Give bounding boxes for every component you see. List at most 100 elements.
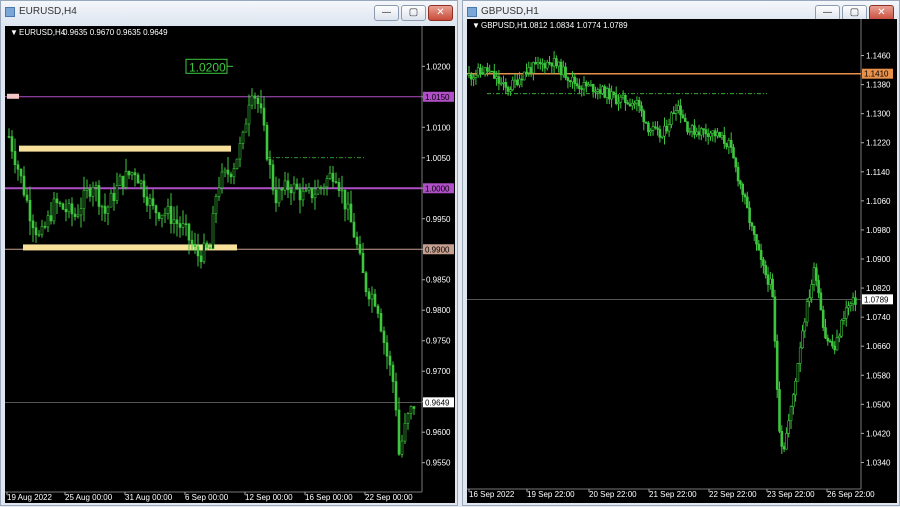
candle-body [361,252,365,274]
chart-ohlc: 1.0812 1.0834 1.0774 1.0789 [523,21,628,30]
candle-body [310,187,314,199]
y-tick-label: 1.0500 [866,400,891,409]
window-title: GBPUSD,H1 [481,6,539,17]
candle-body [741,183,745,195]
candle-body [25,194,29,201]
candle-body [564,66,567,78]
candle-body [594,91,597,93]
candle-body [679,105,682,116]
candle-body [506,87,510,92]
candle-body [187,223,191,241]
candle-body [247,104,251,125]
candle-body [400,440,404,455]
candle-body [757,243,761,251]
candle-body [88,188,92,197]
candle-body [637,100,641,107]
candle-body [22,175,26,196]
eurusd-window[interactable]: EURUSD,H4 — ▢ ✕ ▼ EURUSD,H4 0.9635 0.967… [0,0,458,506]
candle-body [759,250,763,260]
candle-body [633,102,636,105]
candle-body [298,188,302,201]
candle-body [244,123,248,133]
candle-body [492,71,496,79]
candle-body [591,84,595,93]
candle-body [121,175,125,188]
candle-body [801,330,804,349]
y-tick-label: 1.1460 [866,52,891,61]
candle-body [720,134,724,138]
candle-body [667,124,671,132]
gbpusd-chart-canvas[interactable]: ▼ GBPUSD,H1 1.0812 1.0834 1.0774 1.0789 … [467,19,897,503]
candle-body [304,189,308,192]
candle-body [817,280,820,294]
candle-body [352,221,356,238]
candle-body [403,422,407,442]
candle-body [151,198,155,206]
restore-button[interactable]: ▢ [401,5,426,21]
gbpusd-chart[interactable]: ▼ GBPUSD,H1 1.0812 1.0834 1.0774 1.0789 … [467,19,897,503]
candle-body [854,297,857,305]
candle-body [709,132,712,137]
candle-body [397,409,401,455]
candle-body [292,183,296,194]
y-tick-label: 1.0340 [866,458,891,467]
candle-body [43,226,47,228]
candle-body [474,74,478,78]
candle-body [70,203,74,215]
candle-body [725,143,728,148]
y-tick-label: 1.1300 [866,110,891,119]
candle-body [837,335,841,339]
y-tick-label: 1.1140 [866,168,890,177]
candle-body [331,172,335,182]
level-price-label: 1.0150 [425,93,450,102]
minimize-button[interactable]: — [374,5,399,21]
candle-body [364,272,368,293]
candle-body [539,61,542,64]
candle-body [686,121,689,133]
candle-body [370,293,374,300]
candle-body [13,151,17,166]
candle-body [844,307,848,319]
candle-body [849,303,853,306]
candle-body [262,107,266,126]
chart-menu-arrow[interactable]: ▼ [10,28,18,37]
resistance-zone [19,145,231,152]
candle-body [467,73,471,76]
candle-body [208,247,212,250]
chart-menu-arrow[interactable]: ▼ [472,21,480,30]
candle-body [520,78,524,81]
y-tick-label: 1.0980 [866,226,891,235]
close-button[interactable]: ✕ [428,5,453,21]
candle-body [169,205,173,224]
candle-body [803,321,807,332]
candle-body [665,125,669,132]
candle-body [319,187,323,189]
candle-body [115,185,119,201]
candle-body [810,284,814,299]
candle-body [787,420,791,434]
y-tick-label: 0.9550 [426,459,451,468]
candle-body [148,198,152,206]
candle-body [700,128,703,136]
candle-body [559,61,563,76]
candle-body [265,124,269,160]
candle-body [571,76,574,83]
gbpusd-window[interactable]: GBPUSD,H1 — ▢ ✕ ▼ GBPUSD,H1 1.0812 1.083… [462,0,900,506]
candle-body [259,103,263,109]
y-tick-label: 0.9950 [426,215,451,224]
eurusd-chart[interactable]: ▼ EURUSD,H4 0.9635 0.9670 0.9635 0.9649 … [5,26,455,503]
y-tick-label: 1.0660 [866,342,891,351]
x-tick-label: 25 Aug 00:00 [65,493,113,502]
candle-body [550,62,554,67]
candle-body [543,63,547,69]
y-tick-label: 1.0580 [866,371,891,380]
candle-body [603,86,606,98]
title-bar[interactable]: EURUSD,H4 — ▢ ✕ [1,1,457,25]
eurusd-chart-canvas[interactable]: ▼ EURUSD,H4 0.9635 0.9670 0.9635 0.9649 … [5,26,455,503]
candle-body [617,101,620,104]
candle-body [628,103,632,107]
y-tick-label: 0.9800 [426,306,451,315]
candle-body [614,94,618,104]
candle-body [109,192,113,208]
candle-body [31,220,35,229]
